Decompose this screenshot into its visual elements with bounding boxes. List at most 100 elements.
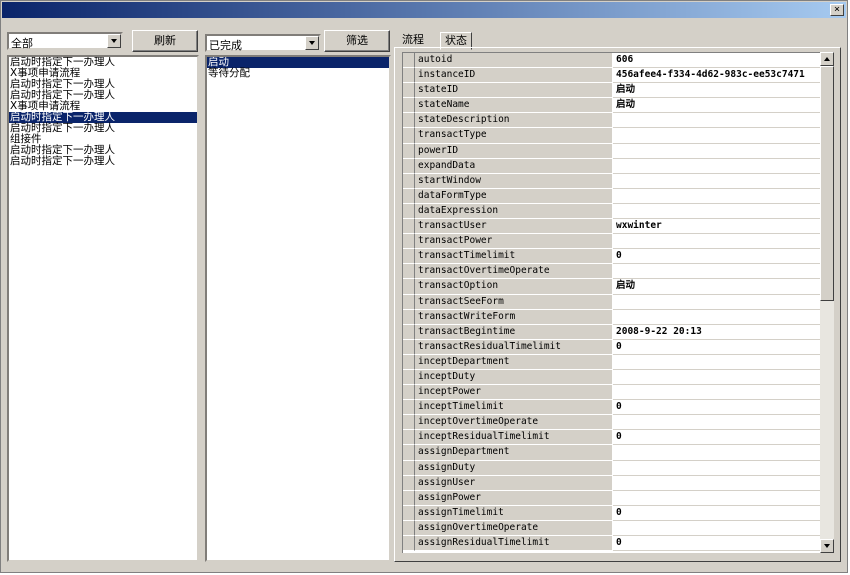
- property-row[interactable]: instanceID 456afee4-f334-4d62-983c-ee53c7…: [403, 68, 820, 84]
- state-list-item[interactable]: 等待分配: [207, 68, 389, 79]
- property-value[interactable]: 0: [613, 249, 820, 265]
- property-value[interactable]: [613, 188, 820, 204]
- property-row[interactable]: transactOvertimeOperate: [403, 264, 820, 280]
- scroll-up-icon[interactable]: [820, 52, 834, 66]
- property-value[interactable]: 启动: [613, 98, 820, 114]
- property-value[interactable]: [613, 234, 820, 250]
- property-value[interactable]: [613, 158, 820, 174]
- property-value[interactable]: [613, 385, 820, 401]
- property-value[interactable]: 2008-9-22 20:13: [613, 324, 820, 340]
- property-value[interactable]: 606: [613, 53, 820, 69]
- chevron-down-icon[interactable]: [107, 34, 121, 48]
- property-row[interactable]: assignPower: [403, 490, 820, 506]
- property-row[interactable]: autoid 606: [403, 53, 820, 69]
- process-list[interactable]: 启动时指定下一办理人 X事项申请流程 启动时指定下一办理人 启动时指定下一办理人 X事项…: [7, 55, 199, 562]
- property-row[interactable]: inceptDepartment: [403, 354, 820, 370]
- row-header: [403, 490, 415, 506]
- property-row[interactable]: powerID: [403, 143, 820, 159]
- property-row[interactable]: transactWriteForm: [403, 309, 820, 325]
- property-value[interactable]: [613, 520, 820, 536]
- property-value[interactable]: [613, 460, 820, 476]
- property-name: powerID: [415, 143, 613, 159]
- property-row[interactable]: assignDepartment: [403, 445, 820, 461]
- scroll-down-icon[interactable]: [820, 539, 834, 553]
- property-row[interactable]: dataFormType: [403, 188, 820, 204]
- property-row[interactable]: transactResidualTimelimit 0: [403, 339, 820, 355]
- property-value[interactable]: [613, 143, 820, 159]
- property-value[interactable]: [613, 173, 820, 189]
- property-name: assignDepartment: [415, 445, 613, 461]
- property-value[interactable]: [613, 369, 820, 386]
- refresh-button[interactable]: 刷新: [132, 30, 198, 52]
- property-row[interactable]: inceptResidualTimelimit 0: [403, 430, 820, 446]
- property-value[interactable]: [613, 445, 820, 461]
- property-value[interactable]: [613, 264, 820, 280]
- state-filter-select[interactable]: 已完成: [205, 34, 321, 52]
- property-name: assignPower: [415, 490, 613, 506]
- property-value[interactable]: 0: [613, 400, 820, 416]
- property-grid-scrollbar[interactable]: [820, 52, 834, 553]
- property-row[interactable]: expandData: [403, 158, 820, 174]
- scroll-thumb[interactable]: [820, 66, 834, 301]
- property-row[interactable]: inceptDuty: [403, 369, 820, 386]
- row-header: [403, 460, 415, 476]
- property-row[interactable]: dataExpression: [403, 203, 820, 220]
- property-row[interactable]: assignOvertimeOperate: [403, 520, 820, 536]
- property-row[interactable]: stateID 启动: [403, 83, 820, 99]
- property-row[interactable]: transactSeeForm: [403, 294, 820, 310]
- property-row[interactable]: assignUser: [403, 475, 820, 491]
- property-value[interactable]: 0: [613, 505, 820, 521]
- property-value[interactable]: [613, 475, 820, 491]
- property-value[interactable]: [613, 294, 820, 310]
- property-row[interactable]: inceptOvertimeOperate: [403, 415, 820, 431]
- property-value[interactable]: wxwinter: [613, 219, 820, 235]
- close-button[interactable]: ×: [830, 4, 844, 16]
- property-name: transactTimelimit: [415, 249, 613, 265]
- property-value[interactable]: 0: [613, 339, 820, 355]
- state-list[interactable]: 启动 等待分配: [205, 55, 391, 562]
- property-row[interactable]: assignTimelimit 0: [403, 505, 820, 521]
- property-row[interactable]: transactPower: [403, 234, 820, 250]
- property-name: transactOvertimeOperate: [415, 264, 613, 280]
- property-row[interactable]: stateDescription: [403, 113, 820, 129]
- property-value[interactable]: [613, 309, 820, 325]
- property-row[interactable]: transactBegintime 2008-9-22 20:13: [403, 324, 820, 340]
- row-header: [403, 234, 415, 250]
- process-filter-select[interactable]: 全部: [7, 32, 123, 50]
- row-header: [403, 249, 415, 265]
- property-row[interactable]: assignDuty: [403, 460, 820, 476]
- property-name: assignTimelimit: [415, 505, 613, 521]
- property-value[interactable]: 0: [613, 430, 820, 446]
- property-value[interactable]: [613, 354, 820, 370]
- property-value[interactable]: [613, 128, 820, 144]
- property-name: transactUser: [415, 219, 613, 235]
- property-name: transactResidualTimelimit: [415, 339, 613, 355]
- property-value[interactable]: 456afee4-f334-4d62-983c-ee53c7471: [613, 68, 820, 84]
- main-window: × 全部 刷新 已完成 筛选 启动时指定下一办理人 X事项申请流程 启动时指定下一办…: [0, 0, 848, 573]
- property-value[interactable]: [613, 203, 820, 220]
- property-row[interactable]: assignResidualTimelimit 0: [403, 536, 820, 552]
- property-row[interactable]: transactTimelimit 0: [403, 249, 820, 265]
- process-list-item[interactable]: 启动时指定下一办理人: [9, 156, 197, 167]
- property-row[interactable]: startWindow: [403, 173, 820, 189]
- chevron-down-icon[interactable]: [305, 36, 319, 50]
- filter-button[interactable]: 筛选: [324, 30, 390, 52]
- property-row[interactable]: transactOption 启动: [403, 279, 820, 295]
- property-row[interactable]: stateName 启动: [403, 98, 820, 114]
- row-header: [403, 445, 415, 461]
- property-value[interactable]: 启动: [613, 83, 820, 99]
- property-value[interactable]: 0: [613, 536, 820, 552]
- row-header: [403, 188, 415, 204]
- row-header: [403, 173, 415, 189]
- property-value[interactable]: [613, 113, 820, 129]
- property-row[interactable]: transactType: [403, 128, 820, 144]
- tab-process[interactable]: 流程: [398, 32, 428, 47]
- property-row[interactable]: inceptTimelimit 0: [403, 400, 820, 416]
- property-value[interactable]: 启动: [613, 279, 820, 295]
- property-value[interactable]: [613, 490, 820, 506]
- property-value[interactable]: [613, 415, 820, 431]
- property-row[interactable]: inceptPower: [403, 385, 820, 401]
- property-grid[interactable]: autoid 606 instanceID 456afee4-f334-4d62-98…: [402, 52, 820, 553]
- property-name: stateID: [415, 83, 613, 99]
- property-row[interactable]: transactUser wxwinter: [403, 219, 820, 235]
